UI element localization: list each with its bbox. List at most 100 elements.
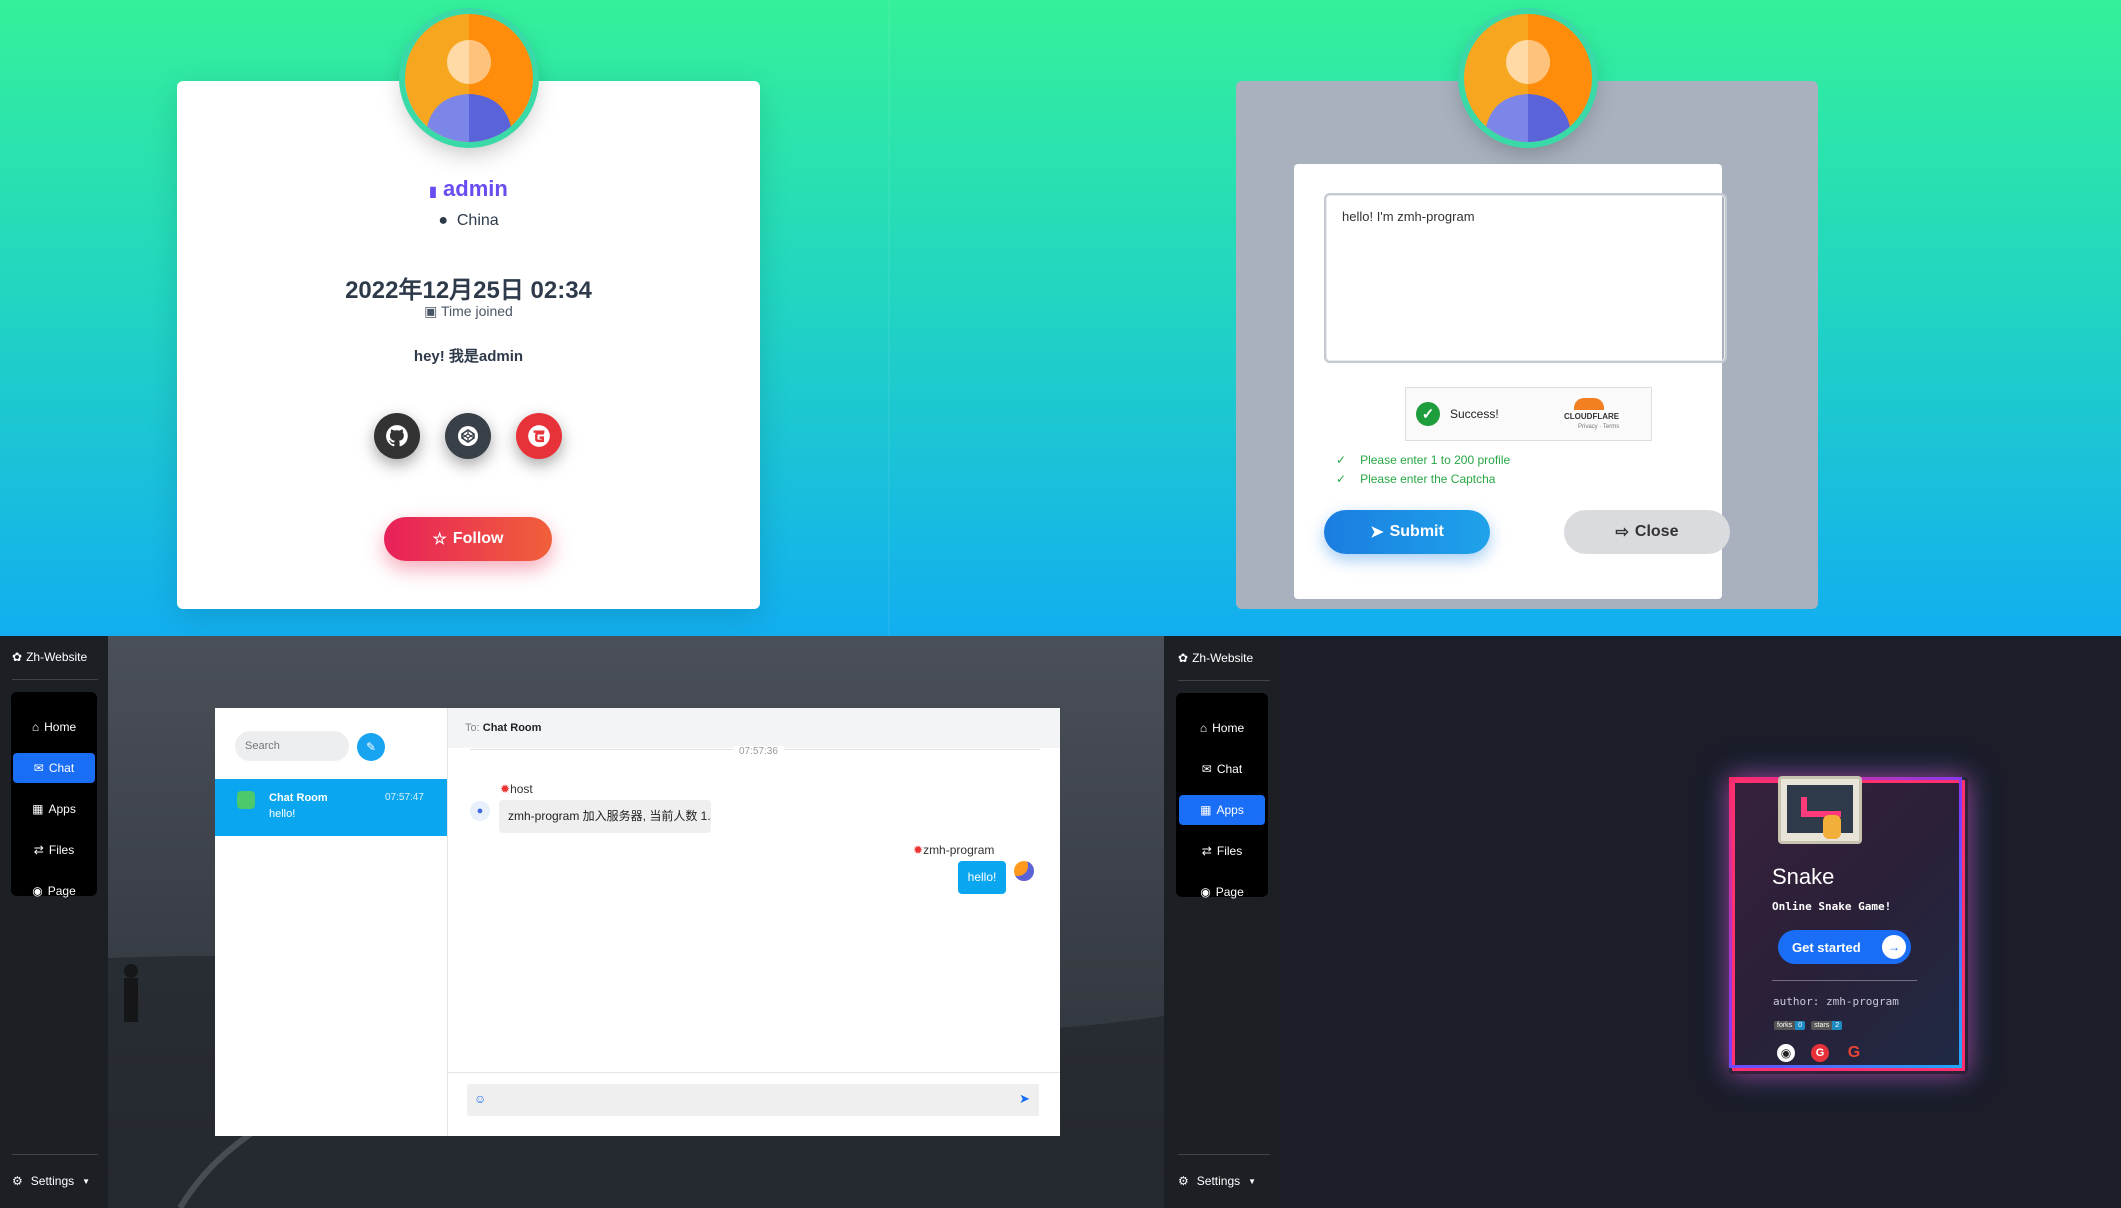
checkmark-icon: ✓ [1416, 402, 1440, 426]
divider [1772, 980, 1917, 981]
chat-header: To: Chat Room [448, 708, 1060, 748]
conversation-list [215, 708, 448, 1136]
transfer-icon: ⇄ [1201, 844, 1212, 858]
github-icon [386, 425, 408, 447]
compose-icon: ✎ [365, 740, 377, 754]
apps-background [1164, 636, 2121, 1208]
home-icon: ⌂ [31, 720, 40, 734]
nav-label: Page [1215, 885, 1244, 899]
sidebar-item-home[interactable]: ⌂ Home [13, 712, 95, 742]
settings-button[interactable]: ⚙ Settings ▼ [12, 1174, 90, 1188]
sidebar-item-apps[interactable]: ▦ Apps [1179, 795, 1265, 825]
header-to-label: To: [465, 722, 480, 734]
message-input[interactable]: ☺ ➤ [467, 1084, 1039, 1116]
brand[interactable]: ✿ Zh-Website [1178, 651, 1253, 665]
chat-icon: ✉ [1201, 762, 1212, 776]
profile-name-text: admin [443, 176, 508, 201]
github-button[interactable] [374, 413, 420, 459]
send-icon[interactable]: ➤ [1019, 1091, 1030, 1107]
sidebar-item-chat[interactable]: ✉ Chat [13, 753, 95, 783]
sender-badge-icon: ✹ [500, 782, 511, 796]
brand[interactable]: ✿ Zh-Website [12, 650, 87, 664]
sidebar-item-home[interactable]: ⌂ Home [1179, 713, 1265, 743]
submit-label: Submit [1389, 523, 1444, 540]
sidebar-item-page[interactable]: ◉ Page [1179, 877, 1265, 907]
avatar[interactable] [1464, 14, 1592, 142]
nav-panel: ⌂ Home ✉ Chat ▦ Apps ⇄ Files ◉ Page [1176, 693, 1268, 899]
follow-button[interactable]: ☆ Follow [384, 517, 552, 561]
sidebar-item-chat[interactable]: ✉ Chat [1179, 754, 1265, 784]
snake-game-icon [1778, 776, 1862, 844]
nav-label: Chat [1216, 762, 1243, 776]
forks-badge[interactable]: forks 0 [1774, 1021, 1806, 1030]
conversation-name: Chat Room [269, 792, 328, 804]
nav-label: Page [47, 884, 76, 898]
gitee-icon[interactable]: G [1811, 1044, 1829, 1062]
sender-name: host [510, 782, 533, 796]
app-title: Snake [1772, 864, 1835, 889]
brand-name: Zh-Website [26, 650, 88, 664]
joined-label-text: Time joined [441, 303, 513, 319]
gitee-button[interactable] [516, 413, 562, 459]
calendar-icon: ▣ [424, 303, 438, 319]
caret-down-icon: ▼ [1248, 1176, 1257, 1186]
transfer-icon: ⇄ [33, 843, 44, 857]
codepen-icon [458, 426, 478, 446]
captcha-status: Success! [1450, 407, 1499, 421]
emoji-icon[interactable]: ☺ [474, 1092, 486, 1106]
search-input[interactable] [235, 731, 349, 761]
validation-item: Please enter 1 to 200 profile [1360, 453, 1511, 467]
header-to: To: Chat Room [465, 722, 541, 734]
badge-row: forks 0 stars 2 [1774, 1021, 1843, 1030]
stars-badge[interactable]: stars 2 [1811, 1021, 1843, 1030]
close-button[interactable]: ⇨ Close [1564, 510, 1730, 554]
badge-label: stars [1811, 1021, 1833, 1030]
sidebar-item-files[interactable]: ⇄ Files [1179, 836, 1265, 866]
avatar[interactable] [405, 14, 533, 142]
caret-down-icon: ▼ [82, 1176, 91, 1186]
paper-plane-icon: ➤ [1370, 524, 1384, 541]
badge-value: 2 [1832, 1021, 1843, 1030]
get-started-label: Get started [1792, 939, 1861, 955]
captcha-widget[interactable]: ✓ Success! CLOUDFLARE Privacy · Terms [1405, 387, 1652, 441]
github-icon: ◉ [32, 884, 43, 898]
app-subtitle: Online Snake Game! [1772, 900, 1892, 913]
sidebar-item-files[interactable]: ⇄ Files [13, 835, 95, 865]
close-label: Close [1634, 523, 1679, 540]
bio-textarea[interactable]: hello! I'm zmh-program [1324, 193, 1727, 363]
location-text: China [456, 212, 499, 229]
sidebar-item-apps[interactable]: ▦ Apps [13, 794, 95, 824]
arrow-right-icon: → [1882, 935, 1906, 959]
list-item[interactable]: Chat Room 07:57:47 hello! [215, 779, 447, 836]
nav-label: Home [1212, 721, 1245, 735]
settings-label: Settings [1196, 1174, 1241, 1188]
get-started-button[interactable]: Get started → [1778, 930, 1911, 964]
github-icon[interactable]: ◉ [1777, 1044, 1795, 1062]
submit-button[interactable]: ➤ Submit [1324, 510, 1490, 554]
settings-button[interactable]: ⚙ Settings ▼ [1178, 1174, 1256, 1188]
captcha-links[interactable]: Privacy · Terms [1578, 424, 1619, 430]
app-author: author: zmh-program [1773, 995, 1899, 1008]
host-avatar-icon: ● [470, 801, 490, 821]
nav-panel: ⌂ Home ✉ Chat ▦ Apps ⇄ Files ◉ Page [11, 692, 97, 898]
sidebar-item-page[interactable]: ◉ Page [13, 876, 95, 906]
divider [1178, 1154, 1270, 1155]
new-chat-button[interactable]: ✎ [357, 733, 385, 761]
chat-room-icon [237, 791, 255, 809]
nav-label: Files [48, 843, 75, 857]
validation-list: ✓ Please enter 1 to 200 profile ✓ Please e… [1326, 445, 1726, 497]
gear-icon: ⚙ [1178, 1174, 1189, 1188]
sender-badge-icon: ✹ [913, 843, 924, 857]
nav-label: Apps [1216, 803, 1244, 817]
follow-label: Follow [452, 530, 504, 547]
user-avatar-icon [405, 14, 533, 142]
gear-icon: ⚙ [12, 1174, 23, 1188]
codepen-button[interactable] [445, 413, 491, 459]
grid-icon: ▦ [1200, 803, 1212, 817]
divider [448, 1072, 1060, 1073]
divider [12, 1154, 98, 1155]
star-icon: ☆ [432, 531, 447, 548]
google-icon[interactable]: G [1845, 1044, 1863, 1062]
app-links: ◉ G G [1777, 1044, 1863, 1062]
message-bubble: zmh-program 加入服务器, 当前人数 1. [499, 800, 711, 833]
